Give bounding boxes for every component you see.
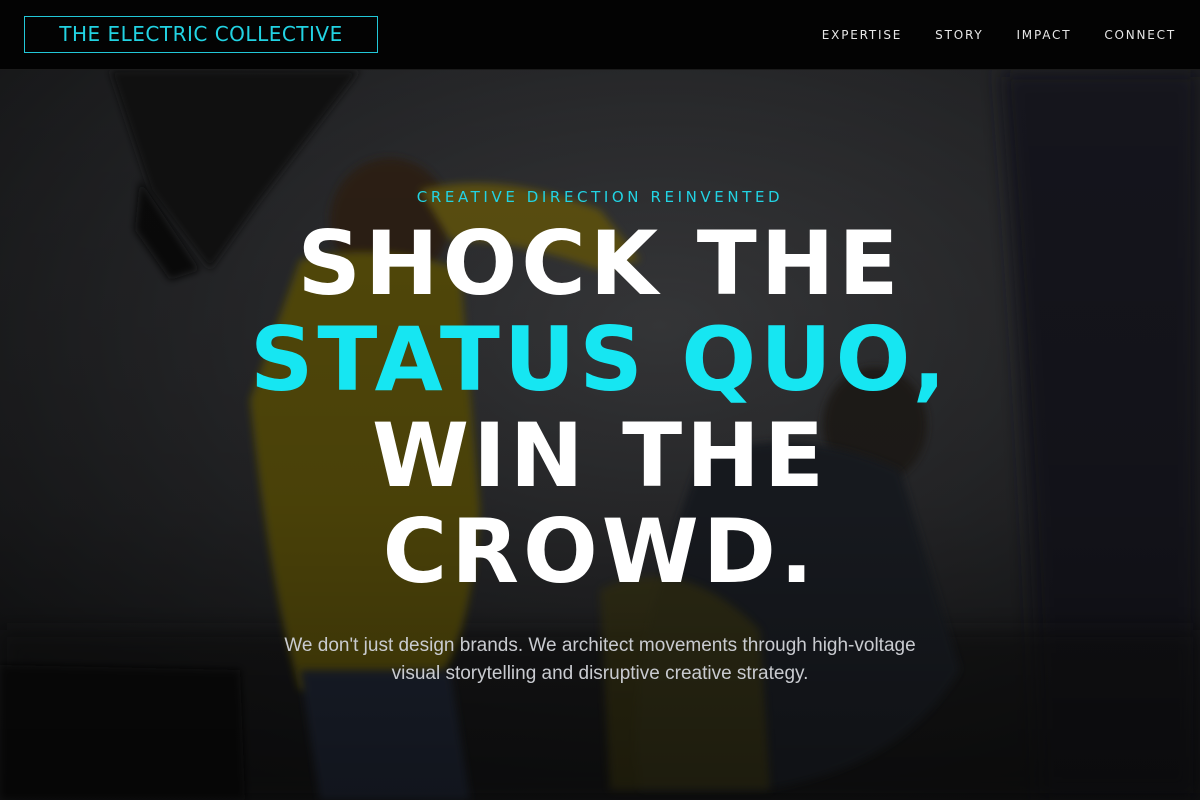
top-navigation: THE ELECTRIC COLLECTIVE EXPERTISE STORY … (0, 0, 1200, 70)
nav-link-expertise[interactable]: EXPERTISE (822, 28, 902, 42)
hero-eyebrow: CREATIVE DIRECTION REINVENTED (416, 188, 784, 206)
brand-logo[interactable]: THE ELECTRIC COLLECTIVE (24, 16, 378, 53)
headline-line-2-accent: STATUS QUO, (250, 308, 950, 411)
headline-line-1: SHOCK THE (297, 212, 903, 315)
nav-link-story[interactable]: STORY (935, 28, 983, 42)
nav-links: EXPERTISE STORY IMPACT CONNECT (822, 0, 1176, 70)
nav-link-impact[interactable]: IMPACT (1016, 28, 1071, 42)
nav-link-connect[interactable]: CONNECT (1104, 28, 1176, 42)
headline-line-3: WIN THE (372, 404, 828, 507)
hero-subcopy: We don't just design brands. We architec… (284, 635, 916, 684)
hero-content: CREATIVE DIRECTION REINVENTED SHOCK THE … (0, 70, 1200, 800)
page: THE ELECTRIC COLLECTIVE EXPERTISE STORY … (0, 0, 1200, 800)
headline-line-4: CROWD. (382, 500, 818, 603)
hero-headline: SHOCK THE STATUS QUO, WIN THE CROWD. (0, 216, 1200, 600)
